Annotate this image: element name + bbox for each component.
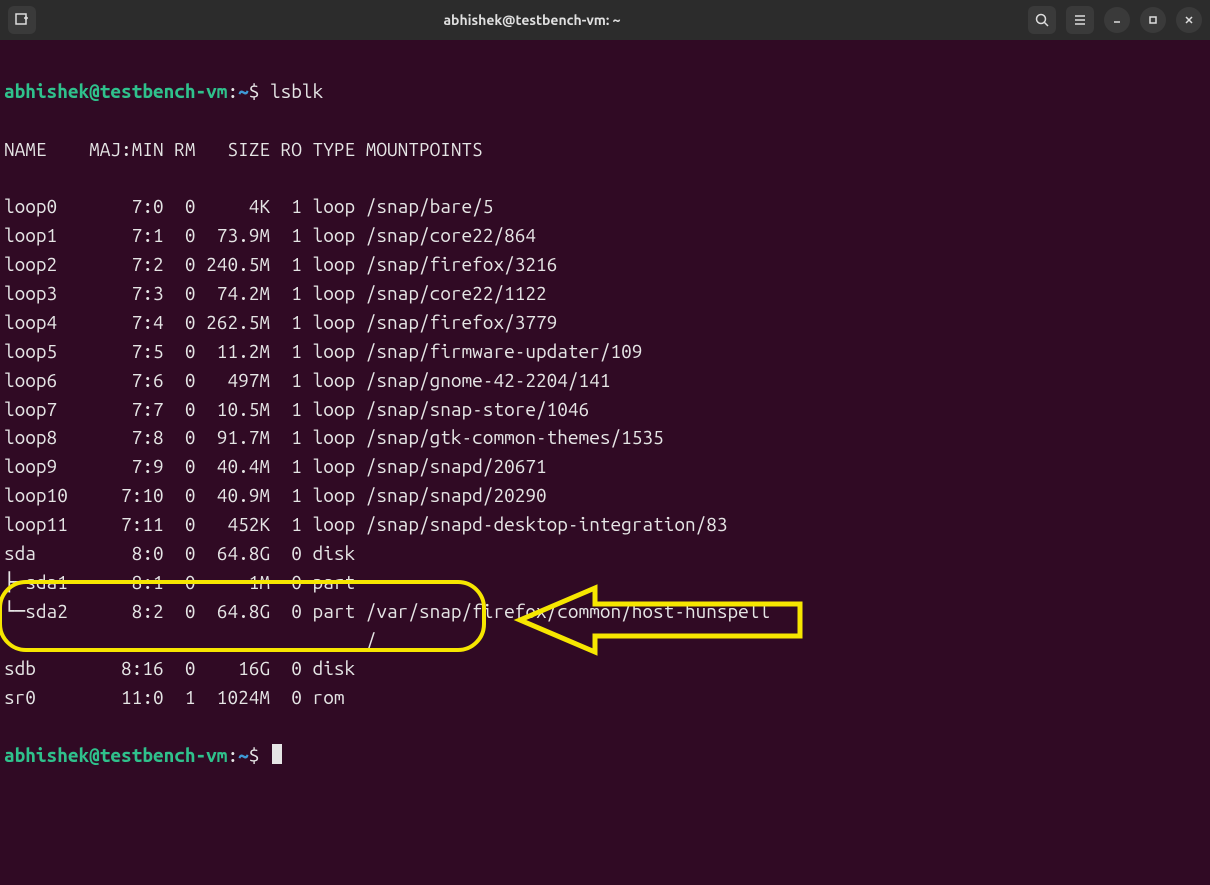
lsblk-row: loop3 7:3 0 74.2M 1 loop /snap/core22/11… bbox=[4, 279, 1206, 308]
lsblk-row: sda 8:0 0 64.8G 0 disk bbox=[4, 539, 1206, 568]
maximize-button[interactable] bbox=[1140, 7, 1166, 33]
lsblk-row: loop9 7:9 0 40.4M 1 loop /snap/snapd/206… bbox=[4, 452, 1206, 481]
prompt-line-2: abhishek@testbench-vm:~$ bbox=[4, 741, 1206, 770]
lsblk-row: loop0 7:0 0 4K 1 loop /snap/bare/5 bbox=[4, 192, 1206, 221]
lsblk-row: loop1 7:1 0 73.9M 1 loop /snap/core22/86… bbox=[4, 221, 1206, 250]
lsblk-row: sdb 8:16 0 16G 0 disk bbox=[4, 654, 1206, 683]
lsblk-row: / bbox=[4, 626, 1206, 655]
lsblk-row: loop5 7:5 0 11.2M 1 loop /snap/firmware-… bbox=[4, 337, 1206, 366]
lsblk-row: loop11 7:11 0 452K 1 loop /snap/snapd-de… bbox=[4, 510, 1206, 539]
prompt-line: abhishek@testbench-vm:~$ lsblk bbox=[4, 77, 1206, 106]
titlebar: abhishek@testbench-vm: ~ bbox=[0, 0, 1210, 40]
prompt-path: ~ bbox=[238, 80, 249, 102]
close-button[interactable] bbox=[1176, 7, 1202, 33]
terminal-output[interactable]: abhishek@testbench-vm:~$ lsblk NAME MAJ:… bbox=[0, 40, 1210, 885]
search-button[interactable] bbox=[1028, 6, 1056, 34]
lsblk-row: loop4 7:4 0 262.5M 1 loop /snap/firefox/… bbox=[4, 308, 1206, 337]
lsblk-row: loop10 7:10 0 40.9M 1 loop /snap/snapd/2… bbox=[4, 481, 1206, 510]
prompt-user: abhishek@testbench-vm bbox=[4, 80, 227, 102]
lsblk-row: loop6 7:6 0 497M 1 loop /snap/gnome-42-2… bbox=[4, 366, 1206, 395]
minimize-button[interactable] bbox=[1104, 7, 1130, 33]
lsblk-row: loop2 7:2 0 240.5M 1 loop /snap/firefox/… bbox=[4, 250, 1206, 279]
lsblk-row: └─sda2 8:2 0 64.8G 0 part /var/snap/fire… bbox=[4, 597, 1206, 626]
cursor bbox=[272, 744, 282, 764]
menu-button[interactable] bbox=[1066, 6, 1094, 34]
window-title: abhishek@testbench-vm: ~ bbox=[36, 12, 1028, 28]
lsblk-header: NAME MAJ:MIN RM SIZE RO TYPE MOUNTPOINTS bbox=[4, 135, 1206, 164]
command-text: lsblk bbox=[270, 80, 323, 102]
lsblk-row: loop7 7:7 0 10.5M 1 loop /snap/snap-stor… bbox=[4, 395, 1206, 424]
lsblk-row: sr0 11:0 1 1024M 0 rom bbox=[4, 683, 1206, 712]
lsblk-row: loop8 7:8 0 91.7M 1 loop /snap/gtk-commo… bbox=[4, 423, 1206, 452]
new-tab-button[interactable] bbox=[8, 6, 36, 34]
lsblk-row: ├─sda1 8:1 0 1M 0 part bbox=[4, 568, 1206, 597]
